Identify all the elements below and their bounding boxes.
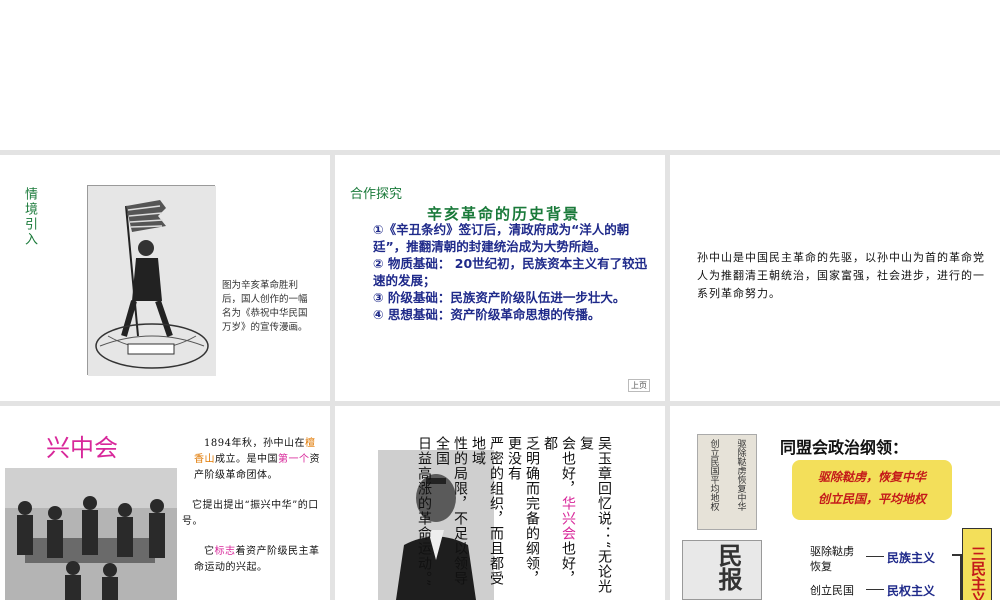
text-segment: 成立。是中国	[215, 454, 278, 465]
portrait-illustration	[378, 450, 494, 600]
slide-thumbnail-4[interactable]: 兴中会 1894年秋，孙中山在檀香山成立。是中国第一个资产阶级革命团体。 它提出…	[0, 406, 330, 600]
meeting-photo-illustration	[5, 468, 177, 600]
program-row: 驱除鞑虏恢复 民族主义	[810, 544, 960, 574]
list-item: ③ 阶级基础：民族资产阶级队伍进一步壮大。	[373, 290, 626, 305]
xingzhonghui-description: 1894年秋，孙中山在檀香山成立。是中国第一个资产阶级革命团体。 它提出提出“振…	[182, 436, 324, 576]
three-principles-box: 三民主义	[962, 528, 992, 600]
slide-thumbnail-1[interactable]: 情境引入 图为辛亥革命胜利后，国人创作的一幅名为《恭祝中华民国万岁》的宣传漫画。	[0, 155, 330, 401]
paragraph-founding: 1894年秋，孙中山在檀香山成立。是中国第一个资产阶级革命团体。	[194, 436, 324, 484]
slide-title: 兴中会	[46, 434, 118, 462]
cartoon-caption: 图为辛亥革命胜利后，国人创作的一幅名为《恭祝中华民国万岁》的宣传漫画。	[222, 280, 308, 333]
meeting-photo	[5, 468, 177, 600]
slide-title: 同盟会政治纲领：	[780, 438, 909, 457]
quote-column: 日益高涨的革命运动。”	[416, 436, 432, 588]
quote-column: 吴玉章回忆说：“无论光复	[578, 436, 612, 595]
paragraph-significance: 它标志着资产阶级民主革命运动的兴起。	[194, 544, 324, 576]
program-row: 创立民国 民权主义	[810, 582, 960, 600]
list-item: ④ 思想基础：资产阶级革命思想的传播。	[373, 307, 601, 322]
slide-thumbnail-2[interactable]: 合作探究 辛亥革命的历史背景 ①《辛丑条约》签订后，清政府成为“洋人的朝廷”，推…	[335, 155, 665, 401]
banner-line-2: 创立民国，平均地权	[817, 492, 926, 506]
wu-yuzhang-quote: 吴玉章回忆说：“无论光复 会也好，华兴会也好，都 乏明确而完备的纲领，更没有 严…	[416, 436, 613, 600]
slide-thumbnail-3[interactable]: 孙中山是中国民主革命的先驱，以孙中山为首的革命党人为推翻清王朝统治，国家富强，社…	[670, 155, 1000, 401]
list-item: ② 物质基础： 20世纪初，民族资本主义有了较迅速的发展；	[373, 256, 648, 288]
slide-thumbnail-5[interactable]: 吴玉章回忆说：“无论光复 会也好，华兴会也好，都 乏明确而完备的纲领，更没有 严…	[335, 406, 665, 600]
top-blank-area	[0, 0, 1000, 150]
row-left-text: 创立民国	[810, 584, 854, 597]
minbao-newspaper-image: 民报	[682, 540, 762, 600]
list-item: ①《辛丑条约》签订后，清政府成为“洋人的朝廷”，推翻清朝的封建统治成为大势所趋。	[373, 222, 630, 254]
previous-page-link[interactable]: 上页	[628, 379, 650, 392]
quote-segment: 会也好，	[560, 436, 576, 496]
text-segment: 1894年秋，孙中山在	[204, 438, 305, 449]
propaganda-cartoon-image	[87, 185, 216, 376]
background-list: ①《辛丑条约》签订后，清政府成为“洋人的朝廷”，推翻清朝的封建统治成为大势所趋。…	[373, 221, 655, 323]
brace-line	[952, 554, 962, 600]
calligraphy-scroll-image: 驱除鞑虏恢复中华 创立民国平均地权	[697, 434, 757, 530]
program-banner: 驱除鞑虏，恢复中华 创立民国，平均地权	[792, 460, 952, 520]
calligraphy-column: 创立民国平均地权	[708, 439, 719, 511]
section-label: 合作探究	[350, 187, 403, 202]
highlight-first: 第一个	[278, 454, 310, 465]
highlight-huaxinghui: 华兴会	[560, 496, 576, 541]
side-title: 情境引入	[22, 187, 37, 247]
connector-line	[866, 556, 884, 557]
row-right-text: 民族主义	[887, 551, 936, 565]
sun-yatsen-portrait	[378, 450, 494, 600]
highlight-mark: 标志	[214, 546, 236, 557]
paragraph-slogan: 它提出提出“振兴中华”的口号。	[182, 500, 319, 527]
text-segment: 它	[204, 546, 215, 557]
row-right-text: 民权主义	[887, 584, 936, 598]
row-left-text: 驱除鞑虏恢复	[810, 545, 854, 573]
slide-thumbnail-6[interactable]: 驱除鞑虏恢复中华 创立民国平均地权 同盟会政治纲领： 驱除鞑虏，恢复中华 创立民…	[670, 406, 1000, 600]
calligraphy-column: 驱除鞑虏恢复中华	[735, 439, 746, 511]
banner-line-1: 驱除鞑虏，恢复中华	[817, 470, 926, 484]
sun-yatsen-intro-text: 孙中山是中国民主革命的先驱，以孙中山为首的革命党人为推翻清王朝统治，国家富强，社…	[697, 251, 985, 300]
connector-line	[866, 589, 884, 590]
newspaper-masthead: 民报	[714, 543, 743, 591]
quote-column: 乏明确而完备的纲领，更没有	[506, 436, 540, 586]
cartoon-illustration	[88, 186, 216, 376]
